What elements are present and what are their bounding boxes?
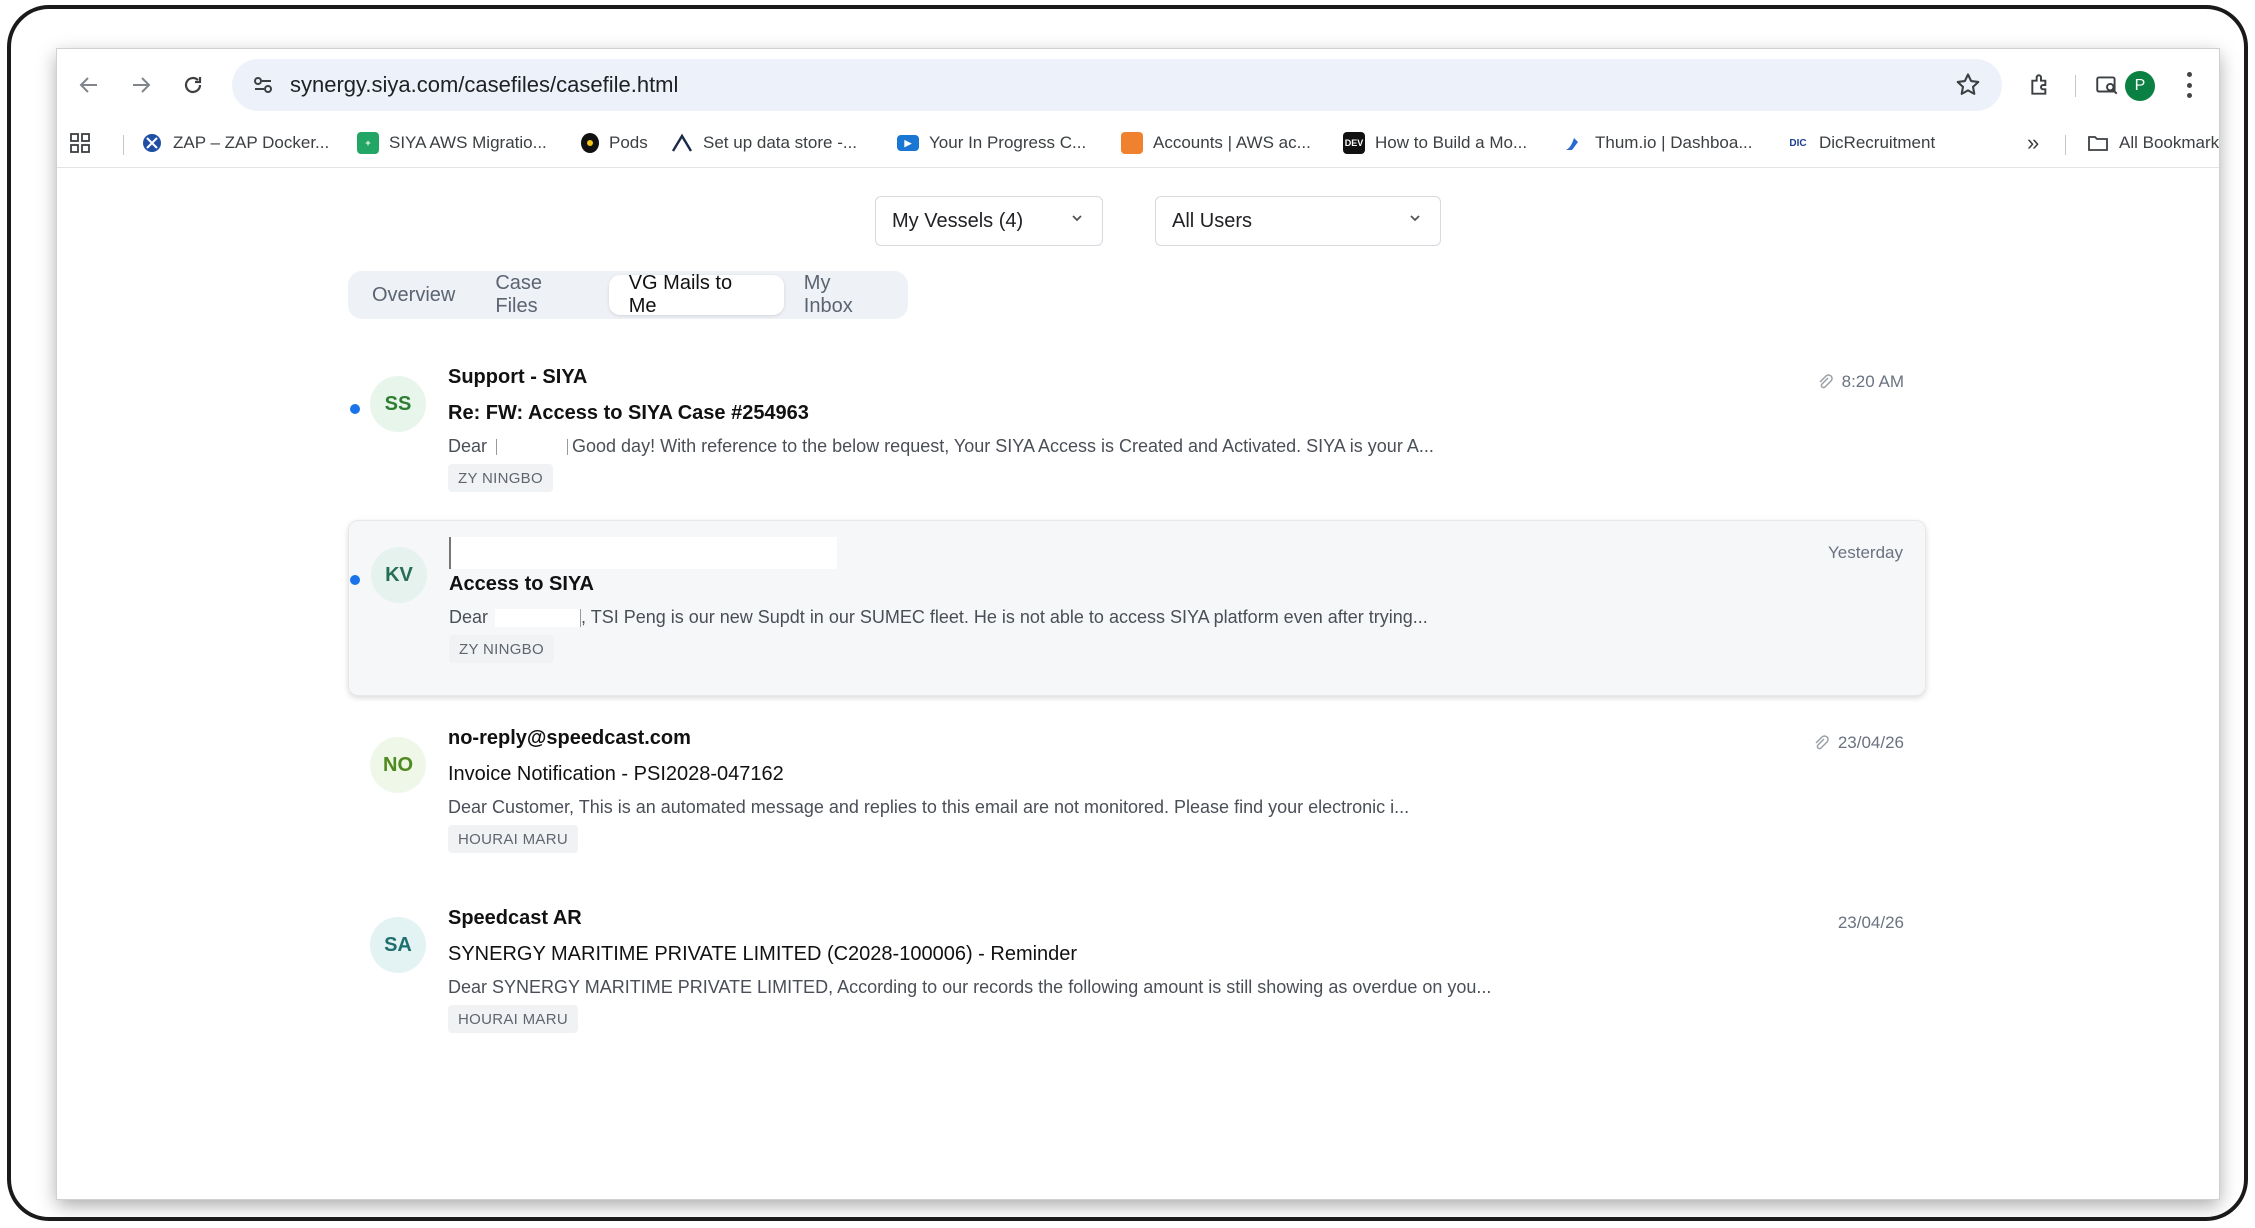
vessel-tag: ZY NINGBO <box>449 635 554 663</box>
zap-logo-icon <box>141 132 163 154</box>
vessel-tag: HOURAI MARU <box>448 825 578 853</box>
browser-window: synergy.siya.com/casefiles/casefile.html… <box>57 49 2219 1199</box>
bookmark-data-store[interactable]: Set up data store -... <box>671 129 857 157</box>
mail-preview: Dear Customer, This is an automated mess… <box>448 797 1410 817</box>
tab-case-files[interactable]: Case Files <box>475 272 608 317</box>
sender-avatar: SS <box>370 376 426 432</box>
reload-button[interactable] <box>171 63 215 107</box>
unread-indicator <box>350 404 360 414</box>
bookmark-siya-aws[interactable]: + SIYA AWS Migratio... <box>357 129 547 157</box>
tab-my-inbox[interactable]: My Inbox <box>784 272 904 317</box>
tab-vg-mails-to-me[interactable]: VG Mails to Me <box>608 272 784 317</box>
all-bookmarks-button[interactable]: All Bookmarks <box>2087 129 2219 157</box>
bookmarks-separator <box>123 135 124 155</box>
view-tabs: Overview Case Files VG Mails to Me My In… <box>348 271 908 319</box>
mail-time: 23/04/26 <box>1812 733 1904 753</box>
bookmarks-bar: ZAP – ZAP Docker... + SIYA AWS Migratio.… <box>57 121 2219 163</box>
bookmark-pods[interactable]: Pods <box>581 129 648 157</box>
bookmark-in-progress[interactable]: ▶ Your In Progress C... <box>897 129 1086 157</box>
url-text[interactable]: synergy.siya.com/casefiles/casefile.html <box>290 72 678 98</box>
mail-list-item-selected[interactable]: KV Access to SIYA Dear , TSI Peng is our… <box>348 520 1926 696</box>
mail-preview: Dear Good day! With reference to the bel… <box>448 436 1434 456</box>
aws-cube-icon <box>1121 132 1143 154</box>
chevron-down-icon <box>1072 215 1082 222</box>
dev-logo-icon: DEV <box>1343 132 1365 154</box>
mail-preview: Dear SYNERGY MARITIME PRIVATE LIMITED, A… <box>448 977 1492 997</box>
users-select-value: All Users <box>1172 209 1253 232</box>
attachment-icon <box>1819 374 1833 389</box>
mail-list-item[interactable]: SA Speedcast AR SYNERGY MARITIME PRIVATE… <box>348 891 1926 1063</box>
folder-icon <box>2087 132 2109 154</box>
arrow-right-icon <box>133 77 151 93</box>
screenshot-frame: synergy.siya.com/casefiles/casefile.html… <box>7 5 2248 1221</box>
sender-avatar: NO <box>370 737 426 793</box>
bookmarks-overflow-button[interactable]: » <box>2027 129 2039 157</box>
browser-menu-icon[interactable] <box>2183 67 2195 103</box>
mail-subject: Access to SIYA <box>449 573 594 595</box>
mail-time: Yesterday <box>1828 543 1903 562</box>
browser-toolbar: synergy.siya.com/casefiles/casefile.html… <box>57 49 2219 167</box>
vessels-select[interactable]: My Vessels (4) <box>875 196 1103 246</box>
mail-list-item[interactable]: NO no-reply@speedcast.com Invoice Notifi… <box>348 711 1926 883</box>
vessels-select-value: My Vessels (4) <box>892 209 1024 232</box>
arrow-left-icon <box>79 77 97 93</box>
mail-time: 23/04/26 <box>1837 913 1904 932</box>
bookmark-dev[interactable]: DEV How to Build a Mo... <box>1343 129 1527 157</box>
mail-subject: Re: FW: Access to SIYA Case #254963 <box>448 402 809 424</box>
bookmark-aws-accounts[interactable]: Accounts | AWS ac... <box>1121 129 1311 157</box>
dic-logo-icon: DIC <box>1787 132 1809 154</box>
tab-overview[interactable]: Overview <box>352 275 475 315</box>
mail-sender: Speedcast AR <box>448 907 582 929</box>
toolbar-separator <box>2075 75 2076 97</box>
mail-subject: Invoice Notification - PSI2028-047162 <box>448 763 784 785</box>
profile-avatar[interactable]: P <box>2125 71 2155 101</box>
mail-sender: Support - SIYA <box>448 366 588 388</box>
bookmark-thumio[interactable]: Thum.io | Dashboa... <box>1563 129 1753 157</box>
sender-avatar: KV <box>371 547 427 603</box>
redacted-name <box>496 439 569 456</box>
pods-icon <box>581 133 599 153</box>
page-content: My Vessels (4) All Users Overview Case F… <box>57 168 2219 1199</box>
video-icon: ▶ <box>897 135 919 151</box>
apps-icon[interactable] <box>69 129 91 157</box>
mail-preview: Dear , TSI Peng is our new Supdt in our … <box>449 607 1428 628</box>
redacted-sender <box>449 537 837 569</box>
sender-avatar: SA <box>370 917 426 973</box>
mail-subject: SYNERGY MARITIME PRIVATE LIMITED (C2028-… <box>448 943 1078 965</box>
bookmark-zap[interactable]: ZAP – ZAP Docker... <box>141 129 329 157</box>
tab-search-icon[interactable] <box>2085 63 2129 107</box>
redacted-name <box>495 609 582 628</box>
site-settings-icon[interactable] <box>250 72 276 98</box>
thumio-icon <box>1563 132 1585 154</box>
unread-indicator <box>350 575 360 585</box>
back-button[interactable] <box>67 63 111 107</box>
vessel-tag: ZY NINGBO <box>448 464 553 492</box>
address-bar[interactable]: synergy.siya.com/casefiles/casefile.html <box>232 59 2002 111</box>
extensions-icon[interactable] <box>2019 63 2063 107</box>
bookmark-dic[interactable]: DIC DicRecruitment <box>1787 129 1935 157</box>
mail-sender: no-reply@speedcast.com <box>448 727 691 749</box>
reload-icon <box>184 76 202 94</box>
users-select[interactable]: All Users <box>1155 196 1441 246</box>
attachment-icon <box>1815 735 1829 750</box>
mail-sender <box>449 537 837 569</box>
vessel-tag: HOURAI MARU <box>448 1005 578 1033</box>
sheets-icon: + <box>357 132 379 154</box>
star-icon[interactable] <box>1954 71 1982 99</box>
mail-list-item[interactable]: SS Support - SIYA Re: FW: Access to SIYA… <box>348 350 1926 522</box>
bookmarks-separator-2 <box>2065 135 2066 155</box>
chevron-down-icon <box>1410 215 1420 222</box>
forward-button[interactable] <box>119 63 163 107</box>
mountain-icon <box>671 132 693 154</box>
mail-time: 8:20 AM <box>1816 372 1904 392</box>
